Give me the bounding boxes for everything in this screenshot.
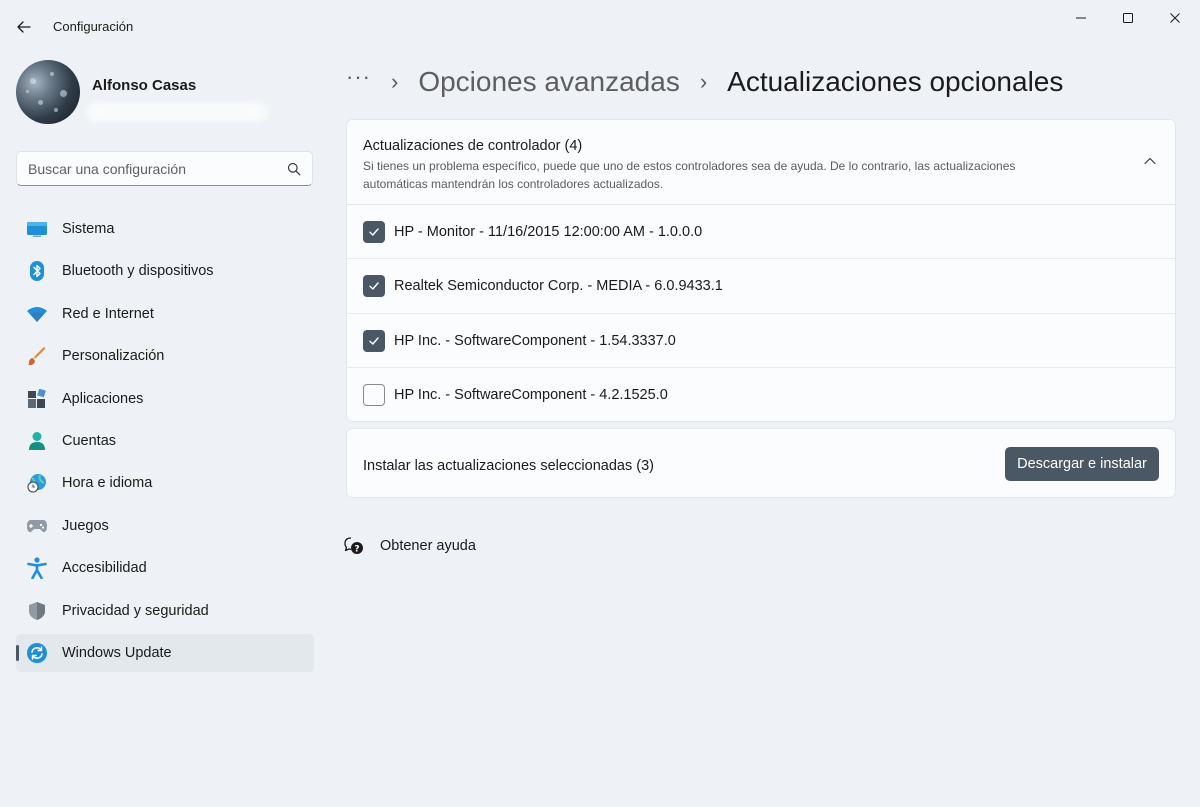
- search-box[interactable]: [16, 151, 313, 186]
- close-icon: [1170, 13, 1180, 23]
- install-selected-label: Instalar las actualizaciones seleccionad…: [363, 458, 654, 474]
- back-button[interactable]: [10, 13, 38, 41]
- sidebar-item-hora[interactable]: Hora e idioma: [16, 464, 314, 502]
- sidebar-item-sistema[interactable]: Sistema: [16, 210, 314, 248]
- list-item: Realtek Semiconductor Corp. - MEDIA - 6.…: [347, 259, 1175, 314]
- minimize-icon: [1076, 17, 1086, 19]
- sidebar-item-label: Juegos: [62, 517, 109, 534]
- sidebar-item-label: Aplicaciones: [62, 390, 144, 407]
- sidebar-item-label: Sistema: [62, 221, 115, 237]
- driver-checkbox[interactable]: [363, 383, 385, 406]
- maximize-button[interactable]: [1105, 4, 1151, 32]
- wifi-icon: [26, 304, 48, 324]
- breadcrumb-more-button[interactable]: ···: [346, 64, 371, 90]
- sidebar-item-label: Windows Update: [62, 644, 172, 661]
- driver-checkbox[interactable]: [363, 275, 385, 298]
- driver-updates-header[interactable]: Actualizaciones de controlador (4) Si ti…: [347, 120, 1175, 205]
- help-chat-icon: ?: [344, 537, 363, 555]
- chevron-right-icon: ›: [699, 69, 708, 94]
- paintbrush-icon: [26, 346, 48, 366]
- sidebar-item-cuentas[interactable]: Cuentas: [16, 422, 314, 460]
- get-help-label: Obtener ayuda: [380, 538, 476, 554]
- sidebar-item-label: Accesibilidad: [62, 560, 147, 577]
- sidebar-item-juegos[interactable]: Juegos: [16, 507, 314, 545]
- driver-label: Realtek Semiconductor Corp. - MEDIA - 6.…: [394, 278, 723, 295]
- user-name: Alfonso Casas: [92, 77, 197, 94]
- gamepad-icon: [26, 516, 48, 536]
- download-install-button[interactable]: Descargar e instalar: [1005, 447, 1159, 481]
- list-item: HP Inc. - SoftwareComponent - 4.2.1525.0: [347, 368, 1175, 422]
- chevron-right-icon: ›: [390, 69, 399, 94]
- sidebar-item-personalizacion[interactable]: Personalización: [16, 337, 314, 375]
- checkmark-icon: [369, 282, 379, 290]
- sidebar-item-windows-update[interactable]: Windows Update: [16, 633, 314, 672]
- person-icon: [26, 431, 48, 451]
- driver-updates-description: Si tienes un problema específico, puede …: [363, 159, 1016, 191]
- install-card: Instalar las actualizaciones seleccionad…: [346, 428, 1176, 498]
- bluetooth-icon: [26, 261, 48, 282]
- svg-text:?: ?: [354, 545, 359, 555]
- list-item: HP Inc. - SoftwareComponent - 1.54.3337.…: [347, 314, 1175, 368]
- apps-icon: [26, 388, 48, 409]
- sidebar-item-label: Privacidad y seguridad: [62, 602, 209, 619]
- sidebar-item-red[interactable]: Red e Internet: [16, 295, 314, 333]
- sidebar-item-label: Bluetooth y dispositivos: [62, 263, 214, 280]
- breadcrumb: ··· › Opciones avanzadas › Actualizacion…: [346, 60, 1063, 104]
- driver-updates-title: Actualizaciones de controlador (4): [363, 138, 583, 154]
- sidebar-item-privacidad[interactable]: Privacidad y seguridad: [16, 592, 314, 630]
- page-title: Actualizaciones opcionales: [727, 66, 1064, 97]
- sidebar-nav: Sistema Bluetooth y dispositivos Red e I…: [16, 210, 314, 676]
- driver-label: HP Inc. - SoftwareComponent - 1.54.3337.…: [394, 332, 676, 349]
- checkmark-icon: [369, 336, 379, 345]
- user-email-redacted: [86, 102, 268, 122]
- driver-label: HP Inc. - SoftwareComponent - 4.2.1525.0: [394, 386, 668, 403]
- sidebar-item-label: Personalización: [62, 348, 165, 365]
- breadcrumb-parent-link[interactable]: Opciones avanzadas: [418, 66, 680, 98]
- driver-label: HP - Monitor - 11/16/2015 12:00:00 AM - …: [394, 224, 703, 240]
- checkmark-icon: [369, 228, 379, 236]
- sidebar-item-label: Hora e idioma: [62, 475, 153, 492]
- monitor-icon: [26, 219, 48, 239]
- shield-icon: [26, 601, 48, 621]
- sidebar-item-label: Cuentas: [62, 432, 117, 449]
- windows-update-icon: [26, 642, 48, 663]
- list-item: HP - Monitor - 11/16/2015 12:00:00 AM - …: [347, 205, 1175, 260]
- app-title: Configuración: [53, 19, 134, 34]
- driver-checkbox[interactable]: [363, 329, 385, 352]
- maximize-icon: [1123, 13, 1133, 23]
- back-arrow-icon: [17, 21, 31, 33]
- sidebar-item-bluetooth[interactable]: Bluetooth y dispositivos: [16, 252, 314, 290]
- close-button[interactable]: [1152, 4, 1198, 32]
- search-icon[interactable]: [287, 162, 301, 176]
- sidebar-item-label: Red e Internet: [62, 305, 154, 322]
- title-bar: Configuración: [0, 0, 1200, 52]
- driver-updates-card: Actualizaciones de controlador (4) Si ti…: [346, 119, 1176, 422]
- globe-clock-icon: [26, 473, 48, 493]
- sidebar-item-aplicaciones[interactable]: Aplicaciones: [16, 380, 314, 418]
- avatar: [16, 60, 80, 124]
- accessibility-icon: [26, 557, 48, 580]
- minimize-button[interactable]: [1058, 4, 1104, 32]
- user-profile[interactable]: Alfonso Casas: [16, 60, 316, 126]
- search-input[interactable]: [17, 152, 277, 185]
- get-help-link[interactable]: ? Obtener ayuda: [344, 533, 476, 559]
- sidebar-item-accesibilidad[interactable]: Accesibilidad: [16, 549, 314, 587]
- chevron-up-icon[interactable]: [1143, 154, 1157, 168]
- driver-checkbox[interactable]: [363, 221, 385, 243]
